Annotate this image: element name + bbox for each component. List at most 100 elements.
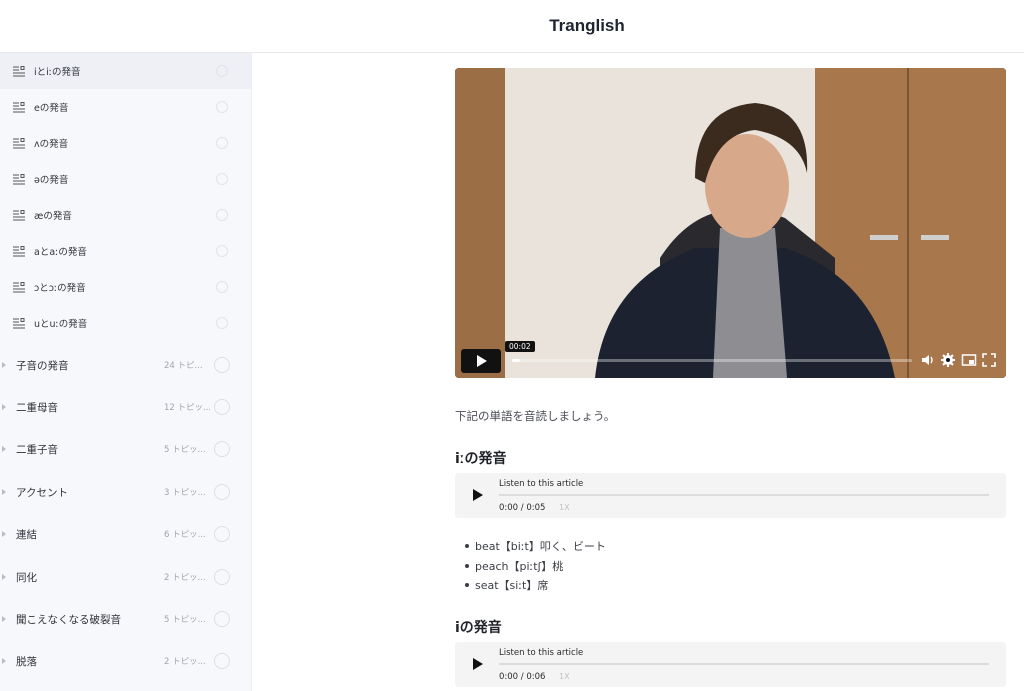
section-label: 二重母音 (16, 401, 58, 414)
completion-circle-icon (216, 245, 228, 257)
lesson-label: aとaːの発音 (34, 247, 87, 258)
section-topic-count: 2 トピッ... (164, 657, 206, 667)
audio-time: 0:00 / 0:06 (499, 672, 546, 682)
sidebar-section[interactable]: アクセント 3 トピッ... (0, 471, 251, 513)
completion-circle-icon (214, 653, 230, 669)
text-lines-icon (13, 209, 25, 220)
lesson-label: æの発音 (34, 211, 72, 222)
expand-caret-icon[interactable] (2, 446, 6, 452)
sidebar-section[interactable]: 同化 2 トピッ... (0, 556, 251, 598)
section-label: アクセント (16, 486, 68, 499)
section-topic-count: 6 トピッ... (164, 530, 206, 540)
picture-in-picture-icon[interactable] (961, 352, 977, 368)
text-lines-icon (13, 245, 25, 256)
word-list: beat【biːt】叩く、ビート peach【piːtʃ】桃 seat【siːt… (463, 538, 606, 597)
sidebar-section[interactable]: 連結 6 トピッ... (0, 513, 251, 555)
lesson-label: uとuːの発音 (34, 319, 88, 330)
sidebar-lesson-item[interactable]: aとaːの発音 (0, 233, 251, 269)
list-item: seat【siːt】席 (463, 577, 606, 597)
section-topic-count: 24 トピ... (164, 361, 203, 371)
completion-circle-icon (214, 357, 230, 373)
completion-circle-icon (216, 137, 228, 149)
completion-circle-icon (214, 611, 230, 627)
sidebar-lesson-item[interactable]: uとuːの発音 (0, 305, 251, 341)
text-lines-icon (13, 317, 25, 328)
section-label: 聞こえなくなる破裂音 (16, 613, 121, 626)
audio-progress-bar[interactable] (499, 663, 989, 665)
playback-speed-button[interactable]: 1X (559, 503, 570, 512)
expand-caret-icon[interactable] (2, 531, 6, 537)
audio-player[interactable]: Listen to this article 0:00 / 0:05 1X (455, 473, 1006, 518)
video-player[interactable] (455, 68, 1006, 378)
sidebar-lesson-item[interactable]: eの発音 (0, 89, 251, 125)
sidebar-section[interactable]: 二重子音 5 トピッ... (0, 428, 251, 470)
sidebar-lesson-item[interactable]: iとiːの発音 (0, 53, 251, 89)
completion-circle-icon (216, 281, 228, 293)
expand-caret-icon[interactable] (2, 404, 6, 410)
completion-circle-icon (214, 484, 230, 500)
sidebar-lesson-item[interactable]: əの発音 (0, 161, 251, 197)
sidebar-lesson-item[interactable]: ɔとɔːの発音 (0, 269, 251, 305)
lesson-label: ʌの発音 (34, 139, 69, 150)
volume-icon[interactable] (920, 352, 936, 368)
section-label: 二重子音 (16, 443, 58, 456)
completion-circle-icon (214, 526, 230, 542)
section-topic-count: 3 トピッ... (164, 488, 206, 498)
audio-title: Listen to this article (499, 479, 584, 489)
text-lines-icon (13, 137, 25, 148)
section-label: 脱落 (16, 655, 37, 668)
completion-circle-icon (214, 399, 230, 415)
sidebar: iとiːの発音 eの発音 ʌの発音 əの発音 æの発音 aとaːの発音 ɔとɔː… (0, 53, 252, 691)
sidebar-section[interactable]: 子音の発音 24 トピ... (0, 344, 251, 386)
expand-caret-icon[interactable] (2, 616, 6, 622)
completion-circle-icon (214, 441, 230, 457)
audio-play-button[interactable] (473, 489, 483, 501)
lesson-label: iとiːの発音 (34, 67, 81, 78)
video-progress-fill (512, 359, 520, 362)
sidebar-section[interactable]: 脱落 2 トピッ... (0, 640, 251, 682)
section-topic-count: 5 トピッ... (164, 445, 206, 455)
playback-speed-button[interactable]: 1X (559, 672, 570, 681)
sidebar-lesson-item[interactable]: æの発音 (0, 197, 251, 233)
top-bar: Tranglish (0, 0, 1024, 53)
section-label: 連結 (16, 528, 37, 541)
section-label: 同化 (16, 571, 37, 584)
completion-circle-icon (216, 209, 228, 221)
audio-title: Listen to this article (499, 648, 584, 658)
text-lines-icon (13, 101, 25, 112)
sidebar-section[interactable]: 聞こえなくなる破裂音 5 トピッ... (0, 598, 251, 640)
list-item: beat【biːt】叩く、ビート (463, 538, 606, 558)
completion-circle-icon (216, 65, 228, 77)
list-item: peach【piːtʃ】桃 (463, 558, 606, 578)
expand-caret-icon[interactable] (2, 574, 6, 580)
app-title: Tranglish (549, 16, 625, 35)
settings-gear-icon[interactable] (940, 352, 956, 368)
expand-caret-icon[interactable] (2, 489, 6, 495)
completion-circle-icon (216, 173, 228, 185)
section-topic-count: 2 トピッ... (164, 573, 206, 583)
audio-progress-bar[interactable] (499, 494, 989, 496)
audio-play-button[interactable] (473, 658, 483, 670)
expand-caret-icon[interactable] (2, 362, 6, 368)
section-label: 子音の発音 (16, 359, 69, 372)
section-heading: iの発音 (455, 620, 502, 636)
video-frame (455, 68, 1006, 378)
audio-time: 0:00 / 0:05 (499, 503, 546, 513)
expand-caret-icon[interactable] (2, 658, 6, 664)
completion-circle-icon (214, 569, 230, 585)
video-progress-bar[interactable] (512, 359, 912, 362)
intro-text: 下記の単語を音読しましょう。 (455, 409, 616, 423)
fullscreen-icon[interactable] (981, 352, 997, 368)
completion-circle-icon (216, 317, 228, 329)
text-lines-icon (13, 281, 25, 292)
lesson-label: ɔとɔːの発音 (34, 283, 86, 294)
sidebar-lesson-item[interactable]: ʌの発音 (0, 125, 251, 161)
sidebar-section[interactable]: 二重母音 12 トピッ... (0, 386, 251, 428)
section-topic-count: 5 トピッ... (164, 615, 206, 625)
lesson-label: əの発音 (34, 175, 69, 186)
audio-player[interactable]: Listen to this article 0:00 / 0:06 1X (455, 642, 1006, 687)
completion-circle-icon (216, 101, 228, 113)
text-lines-icon (13, 173, 25, 184)
play-button[interactable] (461, 349, 501, 373)
section-topic-count: 12 トピッ... (164, 403, 210, 413)
